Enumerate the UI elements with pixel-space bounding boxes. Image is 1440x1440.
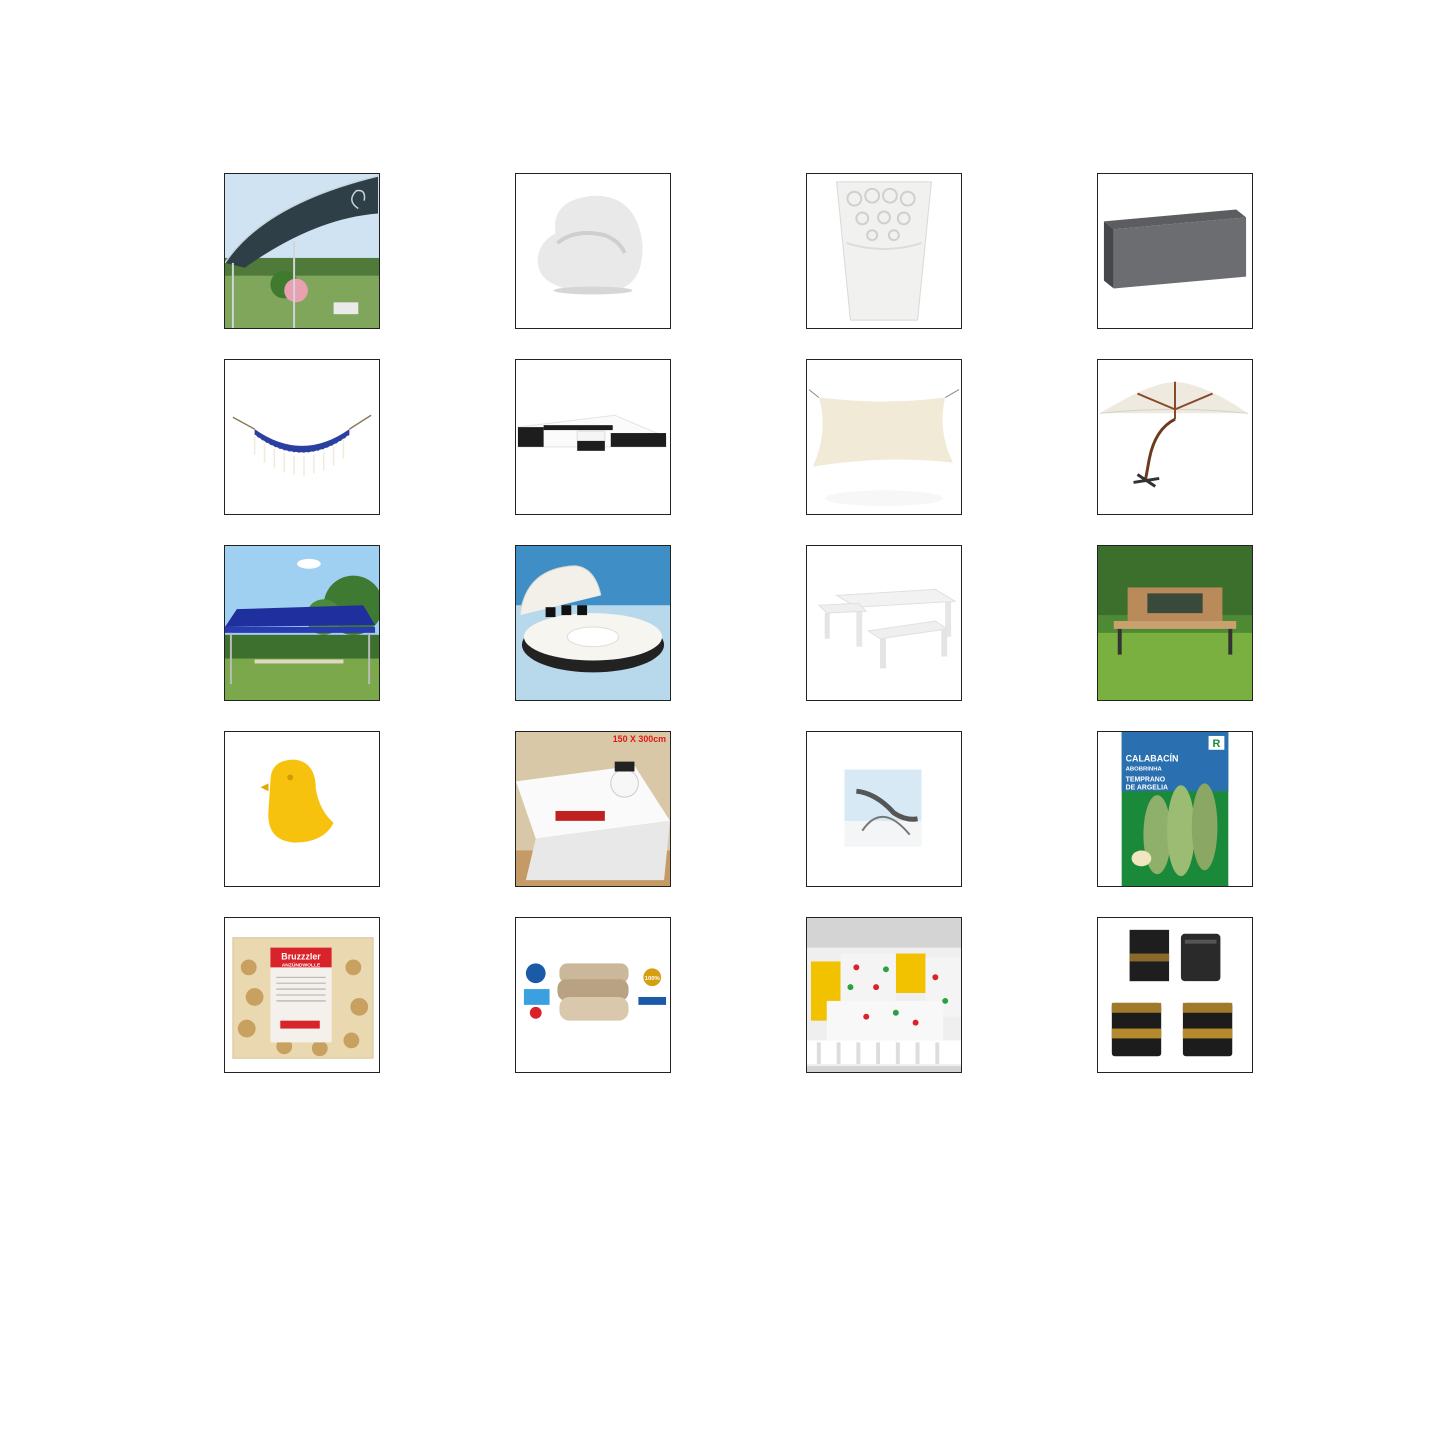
product-tile[interactable] [806,359,962,515]
yellow-bird-icon [260,759,334,843]
product-tile[interactable] [224,173,380,329]
round-daybed-icon [516,546,670,700]
product-tile[interactable]: 150 X 300cm [515,731,671,887]
sun-shade-sail-icon [808,389,960,507]
planter-box-icon [1103,209,1247,289]
product-tile[interactable] [224,359,380,515]
packet-variety-line-1: TEMPRANO [1126,776,1166,783]
candle-set-icon [1111,929,1233,1057]
product-tile[interactable] [806,173,962,329]
product-tile[interactable] [515,359,671,515]
size-label: 150 X 300cm [613,734,666,744]
product-tile[interactable] [806,917,962,1073]
product-tile[interactable] [515,545,671,701]
product-tile[interactable] [515,173,671,329]
quality-badge: 100% [645,976,661,982]
bag-subtitle-text: ANZÜNDWOLLE [282,961,321,968]
blue-tent-icon [225,546,379,700]
rattan-sofa-set-icon [517,414,667,451]
bag-brand-text: Bruzzzler [281,951,321,961]
egg-chair-icon [537,195,643,295]
product-tile[interactable] [1097,173,1253,329]
product-tile[interactable]: 100% [515,917,671,1073]
snowman-tablecloth-icon: 150 X 300cm [516,732,670,886]
product-tile[interactable] [1097,917,1253,1073]
product-grid: 150 X 300cm R CALABACÍN ABOBRINHA TEMPRA… [224,173,1253,1073]
gazebo-canopy-icon [225,174,379,328]
hammock-icon [232,414,372,476]
brand-logo-text: R [1213,738,1221,750]
product-tile[interactable] [224,731,380,887]
pillows-icon: 100% [523,963,667,1021]
product-tile[interactable] [224,545,380,701]
lounge-chair-icon [844,769,922,847]
product-tile[interactable]: Bruzzzler ANZÜNDWOLLE [224,917,380,1073]
packet-subtitle: ABOBRINHA [1126,767,1163,773]
product-tile[interactable] [1097,545,1253,701]
fire-starter-bag-icon: Bruzzzler ANZÜNDWOLLE [232,937,374,1059]
product-tile[interactable] [806,731,962,887]
product-tile[interactable] [1097,359,1253,515]
garden-bench-icon [1098,546,1252,700]
zucchini-seed-packet-icon: R CALABACÍN ABOBRINHA TEMPRANO DE ARGELI… [1121,732,1229,886]
product-tile[interactable] [806,545,962,701]
picnic-table-icon [817,588,957,669]
packet-variety-line-2: DE ARGELIA [1126,784,1168,791]
lace-planter-icon [836,181,932,321]
product-tile[interactable]: R CALABACÍN ABOBRINHA TEMPRANO DE ARGELI… [1097,731,1253,887]
packet-title: CALABACÍN [1126,754,1179,764]
cantilever-umbrella-icon [1099,381,1249,488]
crib-bumper-icon [807,918,961,1072]
